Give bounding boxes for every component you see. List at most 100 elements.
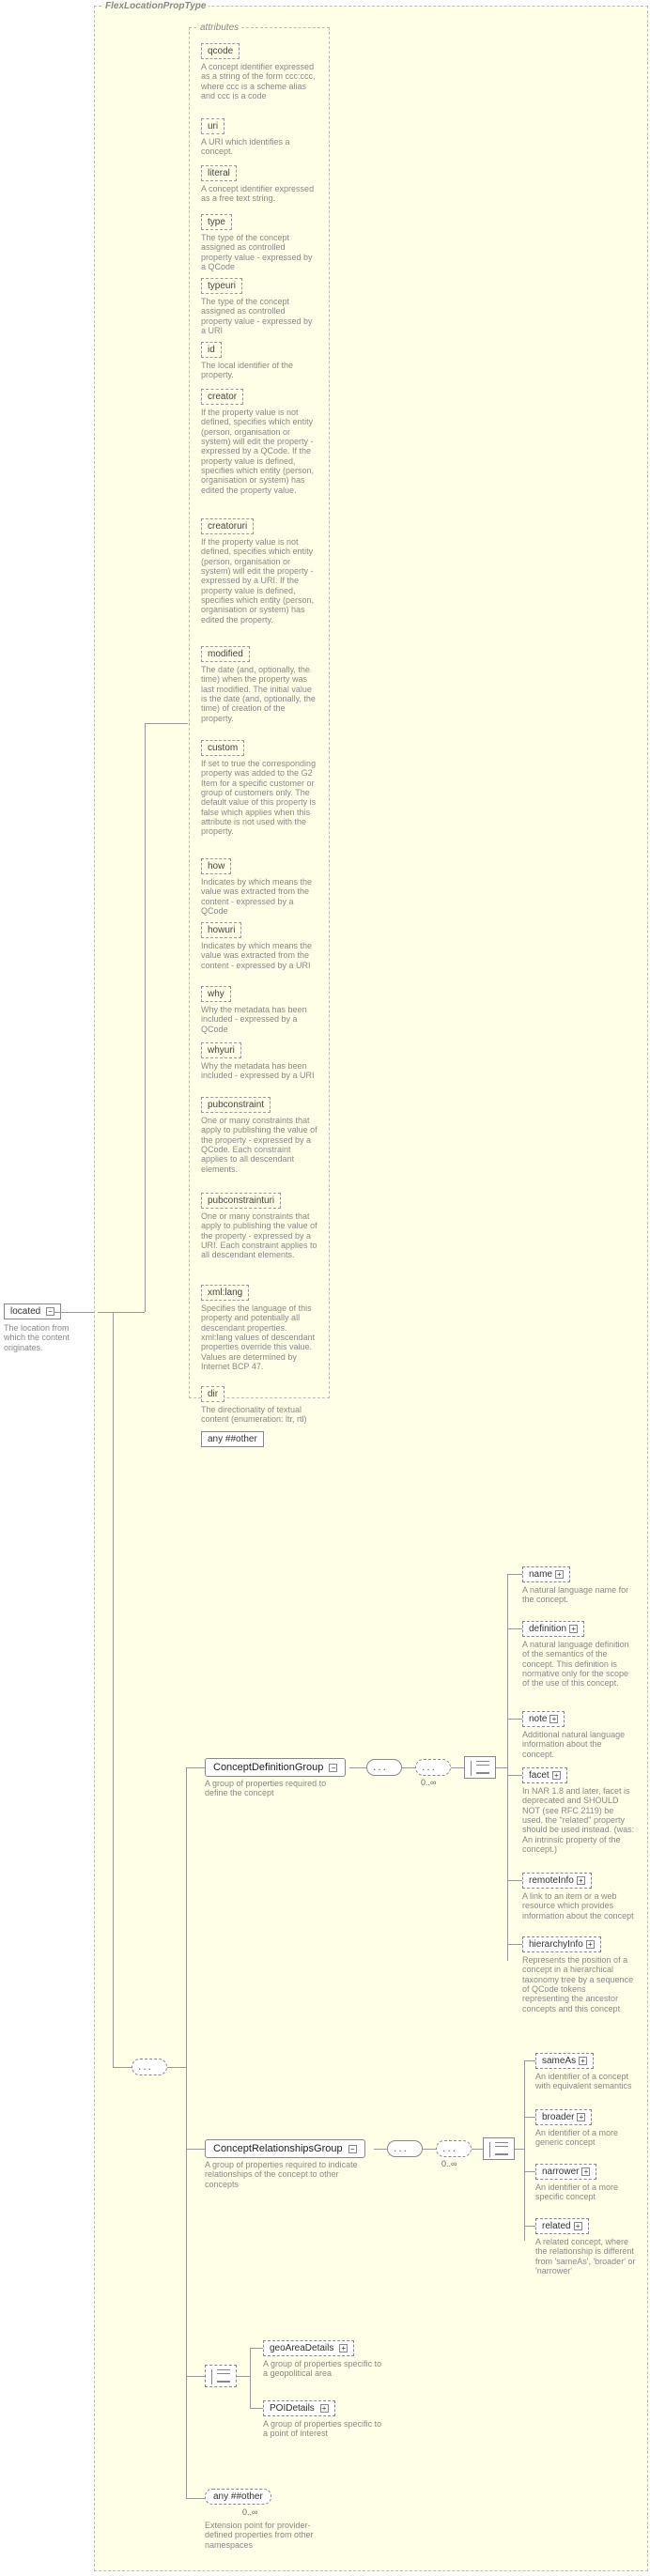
attr-dir: dirThe directionality of textual content…	[201, 1386, 321, 1425]
expand-icon[interactable]: +	[581, 2167, 590, 2176]
connector	[98, 1312, 145, 1313]
connector	[250, 2348, 251, 2408]
connector	[186, 2376, 205, 2377]
connector	[186, 2498, 205, 2499]
cdg-desc: A group of properties required to define…	[205, 1779, 346, 1798]
attr-name: howuri	[201, 922, 241, 938]
any-element: any ##other	[205, 2489, 271, 2505]
attr-name: dir	[201, 1386, 224, 1402]
element-narrower: narrower+	[535, 2164, 596, 2180]
choice-icon	[483, 2137, 515, 2160]
expand-icon[interactable]: +	[577, 2113, 585, 2121]
expand-icon[interactable]: +	[574, 2222, 582, 2230]
poi-desc: A group of properties specific to a poin…	[263, 2419, 385, 2439]
connector	[145, 723, 146, 1312]
attr-desc: Why the metadata has been included - exp…	[201, 1005, 321, 1034]
any-el-label: any ##other	[213, 2491, 263, 2502]
expand-icon[interactable]: +	[586, 1940, 595, 1949]
attr-desc: One or many constraints that apply to pu…	[201, 1211, 321, 1260]
attr-typeuri: typeuriThe type of the concept assigned …	[201, 278, 321, 335]
geoareadetails: geoAreaDetails +	[263, 2340, 354, 2356]
connector	[349, 1767, 366, 1768]
attr-type: type The type of the concept assigned as …	[201, 214, 321, 271]
attr-name: why	[201, 986, 231, 1002]
expand-icon[interactable]: +	[339, 2344, 348, 2352]
el-label: remoteInfo	[529, 1875, 574, 1886]
cardinality: 0..∞	[441, 2159, 457, 2168]
expand-icon[interactable]: +	[569, 1625, 578, 1633]
el-desc: A natural language definition of the sem…	[522, 1640, 635, 1689]
sequence-icon	[436, 2140, 472, 2157]
expand-icon[interactable]: +	[555, 1570, 564, 1579]
element-related: related+	[535, 2218, 589, 2234]
sequence-icon	[387, 2140, 423, 2157]
connector	[472, 2149, 483, 2150]
attr-literal: literalA concept identifier expressed as…	[201, 165, 321, 204]
element-facet: facet+	[522, 1767, 567, 1783]
connector	[186, 1767, 187, 2498]
attr-desc: The date (and, optionally, the time) whe…	[201, 665, 321, 723]
attr-creatoruri: creatoruriIf the property value is not d…	[201, 518, 321, 625]
expand-icon[interactable]: −	[348, 2145, 357, 2153]
located-label: located	[10, 1306, 40, 1317]
el-label: name	[529, 1569, 552, 1580]
any-el-desc: Extension point for provider-defined pro…	[205, 2521, 336, 2550]
attr-desc: Indicates by which means the value was e…	[201, 941, 321, 970]
connector	[524, 2226, 535, 2227]
conceptdefinitiongroup: ConceptDefinitionGroup −	[205, 1758, 346, 1777]
attr-modified: modifiedThe date (and, optionally, the t…	[201, 646, 321, 723]
attr-uri: uri A URI which identifies a concept.	[201, 118, 321, 157]
connector	[515, 2149, 524, 2150]
sequence-icon	[415, 1759, 451, 1776]
cardinality: 0..∞	[421, 1778, 436, 1787]
attr-name: qcode	[201, 43, 240, 59]
connector	[113, 1312, 114, 2067]
connector	[507, 1880, 522, 1881]
attr-desc: The type of the concept assigned as cont…	[201, 233, 321, 271]
el-label: note	[529, 1714, 547, 1724]
attr-name: uri	[201, 118, 224, 134]
element-sameAs: sameAs+	[535, 2053, 594, 2069]
poidetails: POIDetails +	[263, 2400, 335, 2416]
attributes-title: attributes	[197, 23, 241, 33]
element-remoteInfo: remoteInfo+	[522, 1873, 592, 1889]
expand-icon[interactable]: +	[549, 1715, 558, 1723]
attr-desc: A URI which identifies a concept.	[201, 137, 321, 157]
attr-name: pubconstrainturi	[201, 1193, 281, 1209]
el-label: sameAs	[542, 2056, 576, 2066]
connector	[451, 1767, 464, 1768]
el-label: broader	[542, 2112, 574, 2122]
attr-desc: If the property value is not defined, sp…	[201, 537, 321, 625]
connector	[524, 2060, 535, 2061]
connector	[524, 2060, 525, 2241]
attr-name: custom	[201, 740, 244, 756]
attr-desc: A concept identifier expressed as a stri…	[201, 62, 321, 100]
el-desc: An identifier of a more generic concept	[535, 2128, 639, 2148]
attr-name: pubconstraint	[201, 1097, 271, 1113]
connector	[186, 1767, 205, 1768]
expand-icon[interactable]: +	[577, 1876, 585, 1885]
element-note: note+	[522, 1711, 565, 1727]
connector	[507, 1775, 522, 1776]
expand-icon[interactable]: −	[46, 1307, 54, 1316]
el-desc: Additional natural language information …	[522, 1730, 635, 1759]
attr-desc: A concept identifier expressed as a free…	[201, 184, 321, 204]
expand-icon[interactable]: +	[320, 2404, 329, 2413]
attr-how: howIndicates by which means the value wa…	[201, 858, 321, 916]
connector	[507, 1574, 508, 1961]
el-label: facet	[529, 1770, 549, 1781]
element-definition: definition+	[522, 1621, 584, 1637]
expand-icon[interactable]: −	[329, 1764, 337, 1772]
expand-icon[interactable]: +	[552, 1771, 561, 1780]
attr-name: type	[201, 214, 232, 230]
el-desc: A link to an item or a web resource whic…	[522, 1891, 635, 1920]
connector	[145, 723, 188, 724]
crg-label: ConceptRelationshipsGroup	[213, 2143, 343, 2154]
crg-desc: A group of properties required to indica…	[205, 2160, 364, 2189]
attr-name: id	[201, 342, 222, 358]
element-broader: broader+	[535, 2109, 592, 2125]
gad-desc: A group of properties specific to a geop…	[263, 2359, 385, 2379]
any-attribute: any ##other	[201, 1431, 264, 1447]
connector	[524, 2171, 535, 2172]
expand-icon[interactable]: +	[579, 2057, 587, 2065]
